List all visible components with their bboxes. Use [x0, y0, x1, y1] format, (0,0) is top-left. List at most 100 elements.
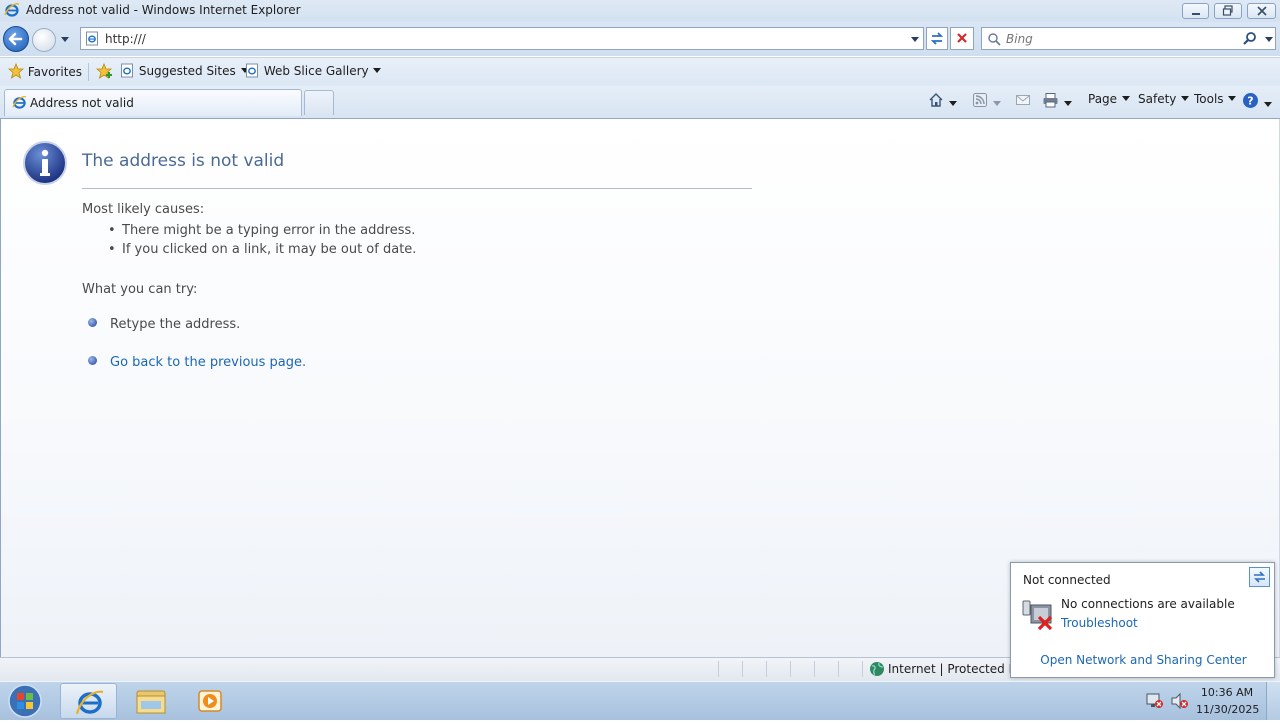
page-menu-button[interactable]: Page: [1088, 92, 1131, 110]
safety-menu-button[interactable]: Safety: [1138, 92, 1190, 110]
stop-button[interactable]: [950, 27, 974, 50]
close-window-button[interactable]: [1247, 3, 1276, 19]
print-button[interactable]: [1042, 92, 1073, 110]
feeds-button[interactable]: [972, 92, 1002, 110]
retype-suggestion: Retype the address.: [110, 317, 241, 332]
search-input[interactable]: [1006, 31, 1236, 46]
media-player-icon: [198, 690, 222, 712]
status-separator: [742, 661, 743, 677]
taskbar-internet-explorer[interactable]: [60, 683, 117, 719]
internet-explorer-icon: [12, 95, 27, 110]
network-status-popup: Not connected No connections are availab…: [1010, 562, 1275, 678]
clock-time: 10:36 AM: [1200, 686, 1254, 699]
printer-icon: [1043, 93, 1058, 108]
no-connections-message: No connections are available: [1061, 597, 1235, 611]
internet-explorer-icon: [75, 690, 104, 715]
page-ie-icon: [121, 63, 133, 78]
forward-button[interactable]: [32, 28, 56, 52]
refresh-connections-button[interactable]: [1249, 567, 1270, 587]
refresh-icon: [1254, 571, 1265, 583]
status-separator: [862, 661, 863, 677]
show-desktop-button[interactable]: [1266, 682, 1280, 720]
back-button[interactable]: [3, 26, 29, 52]
status-separator: [766, 661, 767, 677]
svg-text:?: ?: [1247, 95, 1253, 108]
open-network-sharing-center-link[interactable]: Open Network and Sharing Center: [1011, 653, 1276, 667]
help-button[interactable]: ?: [1242, 92, 1273, 110]
refresh-button[interactable]: [926, 27, 948, 50]
chevron-down-icon: [911, 37, 919, 42]
network-cable-disconnected-icon: [1021, 599, 1055, 631]
page-ie-icon: [246, 63, 258, 78]
chevron-down-icon: [1121, 96, 1130, 101]
try-title: What you can try:: [82, 282, 198, 297]
address-dropdown-button[interactable]: [908, 32, 922, 46]
internet-explorer-icon: [4, 2, 20, 18]
favorites-button[interactable]: Favorites: [7, 62, 83, 81]
safety-menu-label: Safety: [1138, 92, 1177, 106]
home-button[interactable]: [928, 92, 958, 110]
chevron-down-icon: [61, 37, 69, 42]
home-icon: [929, 93, 943, 107]
taskbar-windows-explorer[interactable]: [122, 683, 179, 719]
volume-muted-tray-icon[interactable]: [1170, 692, 1190, 710]
refresh-icon: [930, 32, 944, 45]
go-back-link[interactable]: Go back to the previous page.: [110, 355, 306, 370]
status-separator: [718, 661, 719, 677]
troubleshoot-link[interactable]: Troubleshoot: [1061, 616, 1138, 630]
add-to-favorites-bar-button[interactable]: [95, 62, 114, 81]
restore-button[interactable]: [1214, 3, 1242, 19]
add-favorite-star-icon: [95, 62, 113, 79]
heading-divider: [82, 188, 752, 189]
back-arrow-icon: [8, 32, 23, 46]
clock-date: 11/30/2025: [1196, 703, 1260, 716]
stop-x-icon: [957, 33, 967, 43]
recent-pages-dropdown[interactable]: [59, 33, 71, 45]
tools-menu-button[interactable]: Tools: [1194, 92, 1237, 110]
web-slice-gallery-label: Web Slice Gallery: [263, 64, 369, 78]
status-separator: [814, 661, 815, 677]
page-menu-label: Page: [1088, 92, 1118, 106]
tab-address-not-valid[interactable]: Address not valid: [4, 89, 302, 116]
status-separator: [838, 661, 839, 677]
tab-label: Address not valid: [30, 96, 134, 110]
search-options-dropdown[interactable]: [1263, 33, 1275, 45]
security-zone-status[interactable]: Internet | Protected Mo: [888, 662, 1026, 676]
address-bar[interactable]: [80, 27, 924, 50]
tools-menu-label: Tools: [1194, 92, 1224, 106]
web-slice-gallery-button[interactable]: Web Slice Gallery: [245, 63, 382, 81]
chevron-down-icon: [1181, 96, 1190, 101]
favorites-label: Favorites: [27, 65, 83, 79]
read-mail-button[interactable]: [1015, 92, 1031, 110]
help-icon: ?: [1243, 93, 1258, 108]
taskbar-clock[interactable]: 10:36 AM 11/30/2025: [1196, 684, 1260, 718]
chevron-down-icon: [373, 68, 382, 73]
cause-item: If you clicked on a link, it may be out …: [122, 242, 417, 257]
causes-title: Most likely causes:: [82, 202, 205, 217]
start-button[interactable]: [5, 683, 45, 719]
title-bar: Address not valid - Windows Internet Exp…: [0, 0, 1280, 22]
new-tab-button[interactable]: [304, 90, 334, 115]
suggested-sites-label: Suggested Sites: [138, 64, 236, 78]
search-provider-icon: [987, 32, 1001, 46]
chevron-down-icon: [1228, 96, 1237, 101]
taskbar-media-player[interactable]: [182, 683, 239, 719]
search-box[interactable]: [981, 27, 1276, 50]
chevron-down-icon: [1063, 101, 1072, 106]
chevron-down-icon: [992, 101, 1001, 106]
info-icon: [22, 140, 68, 186]
mail-icon: [1016, 95, 1030, 105]
minimize-button[interactable]: [1182, 3, 1209, 19]
globe-icon: [869, 661, 885, 677]
network-disconnected-tray-icon[interactable]: [1145, 692, 1165, 710]
address-input[interactable]: [105, 31, 885, 46]
suggested-sites-button[interactable]: Suggested Sites: [120, 63, 250, 81]
chevron-down-icon: [1263, 102, 1272, 107]
bullet-dot-icon: [88, 318, 97, 327]
favorites-divider: [88, 63, 89, 81]
rss-feed-icon: [973, 93, 987, 107]
search-icon[interactable]: [1242, 31, 1258, 47]
chevron-down-icon: [948, 101, 957, 106]
cause-bullet: •: [108, 223, 116, 238]
page-title: The address is not valid: [82, 151, 285, 171]
